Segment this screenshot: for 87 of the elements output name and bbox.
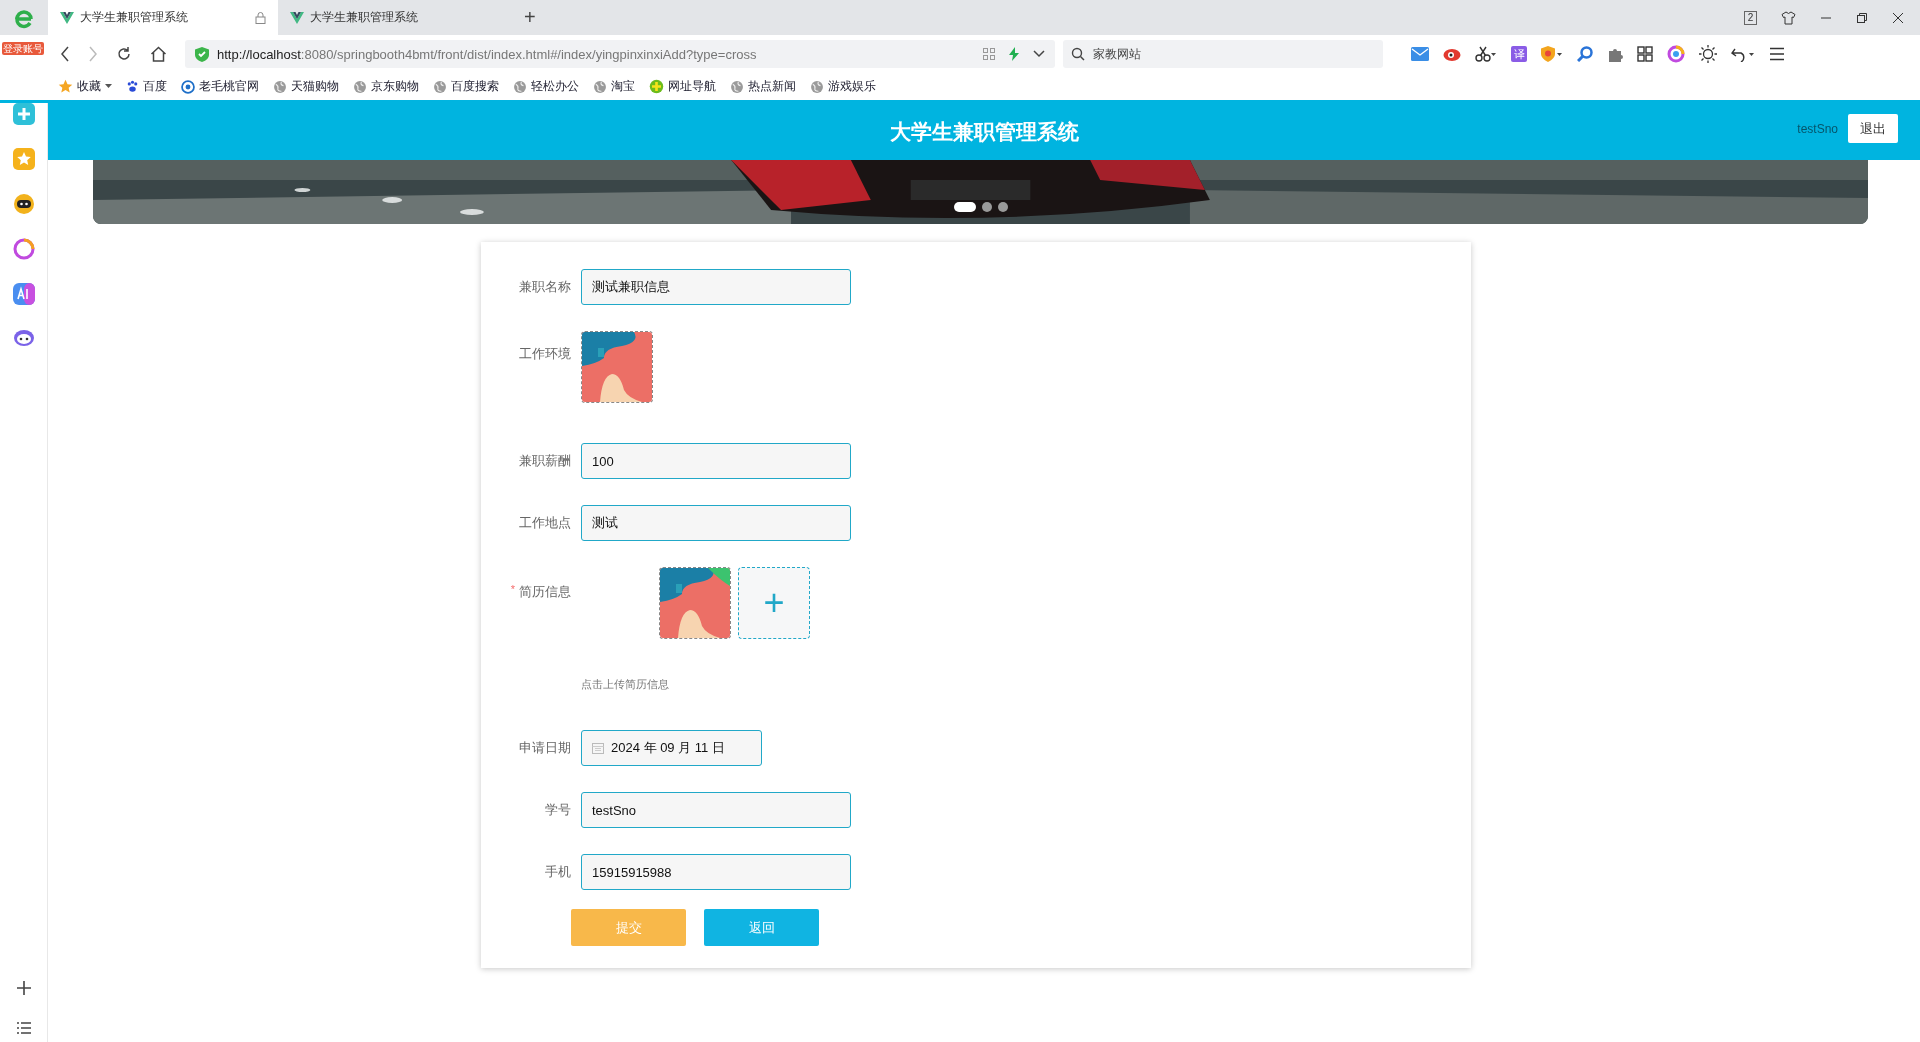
paw-icon <box>126 80 139 93</box>
bookmark-link[interactable]: 收藏 <box>58 78 112 95</box>
image-thumbnail[interactable] <box>581 331 653 403</box>
grid-icon[interactable] <box>1637 46 1653 62</box>
input-field[interactable]: 100 <box>581 443 851 479</box>
input-field[interactable]: 测试 <box>581 505 851 541</box>
bookmark-link[interactable]: 百度搜索 <box>433 78 499 95</box>
shield-icon <box>195 46 209 62</box>
bookmark-link[interactable]: 游戏娱乐 <box>810 78 876 95</box>
list-icon[interactable] <box>16 1022 31 1034</box>
scissors-icon[interactable] <box>1475 46 1497 62</box>
robot-icon[interactable] <box>12 193 35 215</box>
bookmark-link[interactable]: 网址导航 <box>649 78 716 95</box>
globe-icon <box>513 79 527 94</box>
input-field[interactable]: testSno <box>581 792 851 828</box>
bookmark-link[interactable]: 淘宝 <box>593 78 635 95</box>
field-label: 手机 <box>545 863 571 881</box>
url-text: http://localhost:8080/springbooth4bmt/front/dist/index.html#/index/yingpinxinxiAdd?type=cross <box>217 46 757 62</box>
logout-button[interactable]: 退出 <box>1848 114 1898 143</box>
input-field[interactable]: 15915915988 <box>581 854 851 890</box>
bookmark-link[interactable]: 天猫购物 <box>273 78 339 95</box>
caret-icon <box>105 84 112 89</box>
shirt-icon[interactable] <box>1781 10 1796 25</box>
upload-hint: 点击上传简历信息 <box>581 677 670 692</box>
input-field[interactable]: 测试兼职信息 <box>581 269 851 305</box>
menu-icon[interactable] <box>1769 47 1785 61</box>
bookmark-link[interactable]: 热点新闻 <box>730 78 796 95</box>
browser-tab[interactable]: 大学生兼职管理系统 <box>48 0 278 35</box>
field-label: 工作地点 <box>519 514 571 532</box>
ai-icon[interactable] <box>12 283 35 305</box>
browser-tab[interactable]: 大学生兼职管理系统 <box>278 0 508 35</box>
lightning-icon[interactable] <box>1009 47 1019 61</box>
username: testSno <box>1797 121 1838 136</box>
undo-icon[interactable] <box>1731 46 1755 62</box>
circle-icon <box>181 79 195 94</box>
field-label: 申请日期 <box>519 739 571 757</box>
eye-icon[interactable] <box>1443 47 1461 61</box>
puzzle-icon[interactable] <box>1607 46 1623 62</box>
lock-icon <box>255 11 266 24</box>
bookmark-link[interactable]: 轻松办公 <box>513 78 579 95</box>
search-icon <box>1071 47 1085 61</box>
new-tab-button[interactable]: + <box>508 6 552 29</box>
field-label: 兼职薪酬 <box>519 452 571 470</box>
shield-icon[interactable] <box>1541 46 1563 62</box>
ai-ring-icon[interactable] <box>12 238 35 260</box>
restore-icon[interactable] <box>1856 11 1868 24</box>
color-ring-icon[interactable] <box>1667 45 1685 63</box>
search-field[interactable]: 家教网站 <box>1063 40 1383 68</box>
address-bar[interactable]: http://localhost:8080/springbooth4bmt/front/dist/index.html#/index/yingpinxinxiAdd?type=cross <box>185 40 1055 68</box>
sun-icon[interactable] <box>1699 45 1717 63</box>
globe-icon <box>593 79 607 94</box>
window-count[interactable]: 2 <box>1744 10 1757 25</box>
qr-icon[interactable] <box>983 48 995 60</box>
globe-icon <box>273 79 287 94</box>
plus-circle-icon <box>649 79 664 94</box>
date-field[interactable]: 2024 年 09 月 11 日 <box>581 730 762 766</box>
carousel-dot[interactable] <box>997 202 1008 212</box>
bookmark-link[interactable]: 百度 <box>126 78 167 95</box>
bookmark-link[interactable]: 老毛桃官网 <box>181 78 259 95</box>
globe-icon <box>353 79 367 94</box>
field-label: 学号 <box>545 801 571 819</box>
field-label: 兼职名称 <box>519 278 571 296</box>
site-title: 大学生兼职管理系统 <box>889 118 1079 145</box>
globe-icon <box>730 79 744 94</box>
reload-icon[interactable] <box>116 46 132 62</box>
field-label: 工作环境 <box>519 345 571 363</box>
translate-icon[interactable]: 译 <box>1511 46 1527 62</box>
login-badge[interactable]: 登录账号 <box>2 42 44 55</box>
star-icon <box>58 79 73 94</box>
calendar-icon <box>592 742 604 754</box>
ghost-icon[interactable] <box>12 328 35 346</box>
chevron-down-icon[interactable] <box>1033 50 1045 58</box>
close-icon[interactable] <box>1892 11 1904 24</box>
required-mark: * <box>510 583 515 597</box>
back-icon[interactable] <box>60 46 70 62</box>
mail-icon[interactable] <box>1411 47 1429 61</box>
bookmark-link[interactable]: 京东购物 <box>353 78 419 95</box>
vue-logo-icon <box>290 11 304 24</box>
field-label: 简历信息 <box>519 583 571 601</box>
globe-icon <box>433 79 447 94</box>
vue-logo-icon <box>60 11 74 24</box>
add-icon[interactable] <box>15 980 32 996</box>
search-icon[interactable] <box>1577 46 1593 62</box>
home-icon[interactable] <box>150 46 167 62</box>
globe-icon <box>810 79 824 94</box>
image-thumbnail[interactable] <box>659 567 731 639</box>
carousel-dot[interactable] <box>981 202 992 212</box>
